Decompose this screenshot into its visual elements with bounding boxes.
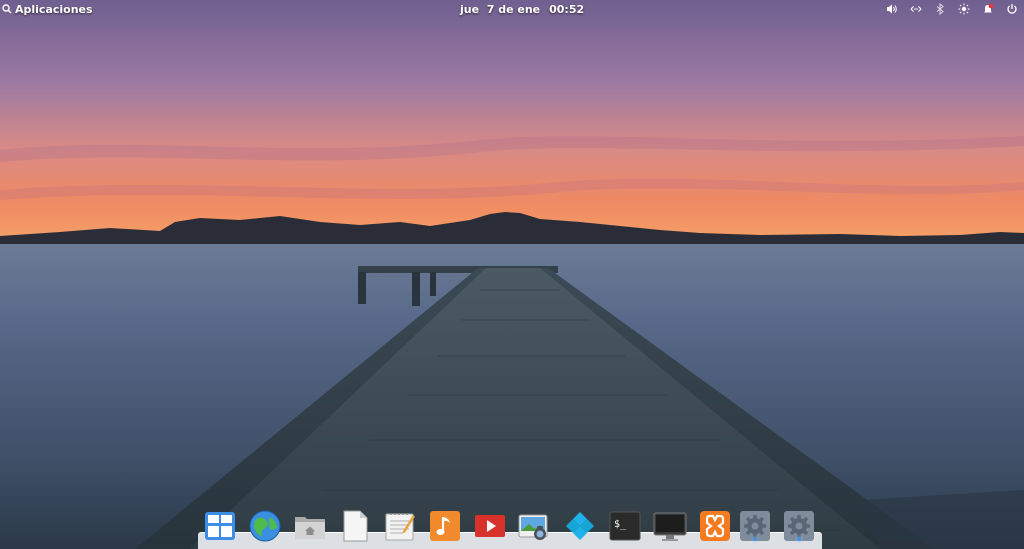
search-icon <box>2 4 12 14</box>
top-panel: Aplicaciones jue 7 de ene 00:52 <box>0 0 1024 18</box>
time-label: 00:52 <box>549 2 585 16</box>
applications-menu[interactable]: Aplicaciones <box>2 1 93 17</box>
music-note-icon <box>430 511 460 541</box>
globe-icon <box>249 510 281 542</box>
photos-icon <box>518 514 548 540</box>
dock: $_ <box>198 506 822 549</box>
dock-item-multitasking-view[interactable] <box>203 509 237 543</box>
dock-item-xampp[interactable] <box>698 509 732 543</box>
dock-item-terminal[interactable]: $_ <box>608 509 642 543</box>
running-indicator <box>797 537 801 541</box>
date-label: jue 7 de ene <box>460 2 541 16</box>
monitor-icon <box>653 512 687 541</box>
play-icon <box>475 515 505 537</box>
indicator-area <box>886 1 1018 17</box>
power-icon[interactable] <box>1006 3 1018 15</box>
dock-item-videos[interactable] <box>473 509 507 543</box>
volume-icon[interactable] <box>886 3 898 15</box>
dock-item-music[interactable] <box>428 509 462 543</box>
multitasking-icon <box>205 512 235 540</box>
dock-item-web-browser[interactable] <box>248 509 282 543</box>
kodi-icon <box>566 512 594 540</box>
notifications-icon[interactable] <box>982 3 994 15</box>
notepad-icon <box>385 513 415 541</box>
brightness-icon[interactable] <box>958 3 970 15</box>
home-folder-icon <box>295 517 325 539</box>
network-icon[interactable] <box>910 3 922 15</box>
desktop[interactable]: Aplicaciones jue 7 de ene 00:52 $_ <box>0 0 1024 549</box>
dock-item-kodi[interactable] <box>563 509 597 543</box>
xampp-icon <box>700 511 730 541</box>
dock-item-display[interactable] <box>653 509 687 543</box>
document-icon <box>343 510 368 542</box>
dock-item-system-settings-2[interactable] <box>782 509 816 543</box>
dock-item-photos[interactable] <box>518 509 552 543</box>
dock-item-system-settings-1[interactable] <box>738 509 772 543</box>
terminal-icon: $_ <box>609 511 641 541</box>
dock-item-document-viewer[interactable] <box>338 509 372 543</box>
datetime-indicator[interactable]: jue 7 de ene 00:52 <box>460 1 584 17</box>
svg-text:$_: $_ <box>614 519 627 530</box>
dock-item-files[interactable] <box>293 509 327 543</box>
wallpaper <box>0 0 1024 549</box>
running-indicator <box>753 537 757 541</box>
dock-item-text-editor[interactable] <box>383 509 417 543</box>
bluetooth-icon[interactable] <box>934 3 946 15</box>
applications-label: Aplicaciones <box>15 2 93 16</box>
